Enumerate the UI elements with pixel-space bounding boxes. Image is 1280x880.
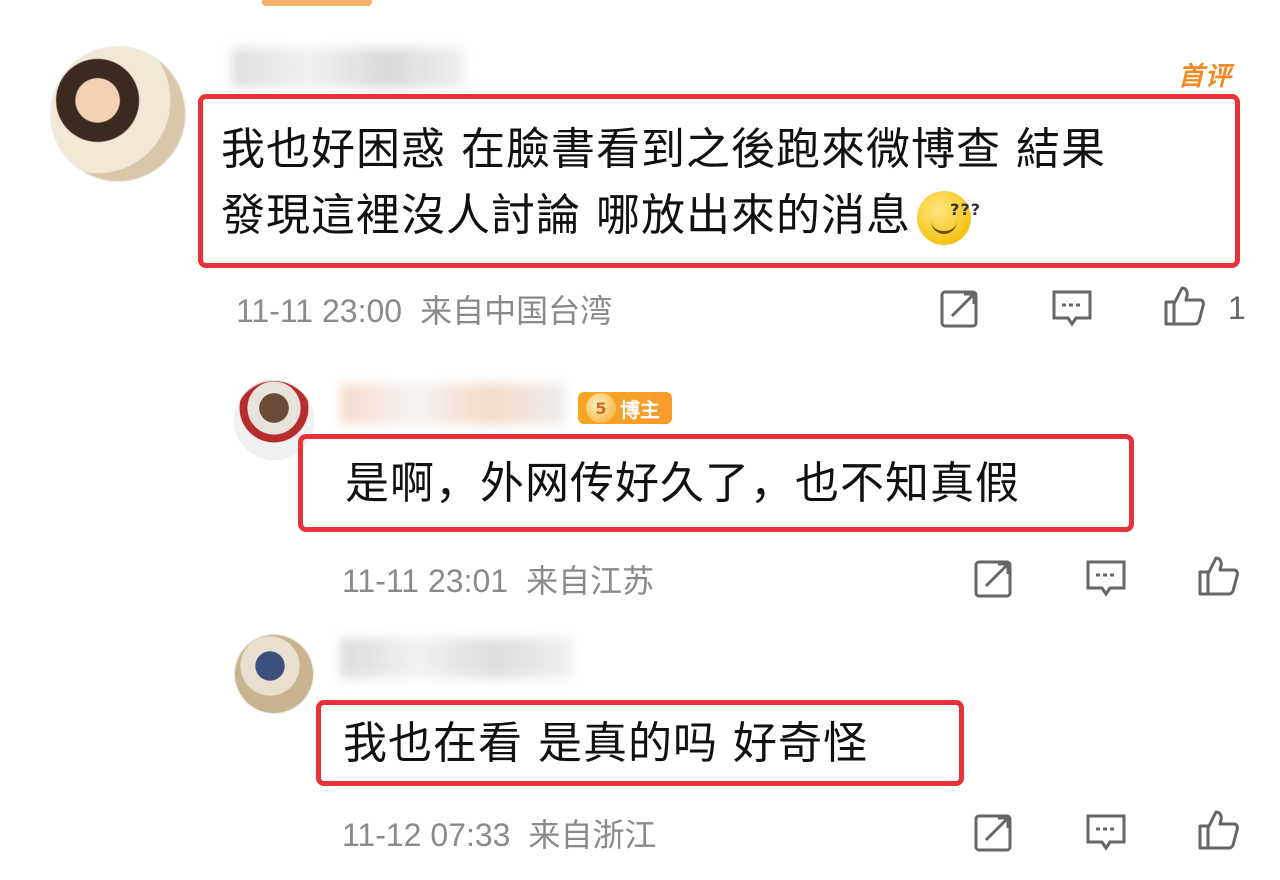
top-tab-indicator [262, 0, 372, 6]
comment-icon[interactable] [1082, 808, 1130, 856]
like-count: 1 [1228, 290, 1246, 326]
comment-icon[interactable] [1082, 554, 1130, 602]
username-blurred[interactable] [340, 638, 572, 678]
first-comment-badge: 首评 [1177, 62, 1232, 92]
comment-meta: 11-12 07:33 来自浙江 [342, 810, 656, 856]
share-icon[interactable] [970, 554, 1018, 602]
highlighted-comment-text: 是啊，外网传好久了，也不知真假 [298, 434, 1134, 532]
thumbs-up-icon[interactable] [1160, 282, 1208, 330]
timestamp: 11-12 07:33 [342, 817, 511, 853]
thumbs-up-icon[interactable] [1194, 806, 1242, 854]
username-blurred[interactable] [232, 48, 464, 88]
blogger-badge: 5 博主 [578, 392, 672, 424]
comment-text-line-2: 發現這裡沒人討論 哪放出來的消息 [221, 190, 911, 241]
timestamp: 11-11 23:00 [236, 293, 403, 329]
avatar[interactable] [50, 46, 186, 182]
comment-text: 是啊，外网传好久了，也不知真假 [345, 458, 1020, 509]
location-source: 来自江苏 [526, 563, 655, 599]
highlighted-comment-text: 我也在看 是真的吗 好奇怪 [316, 700, 964, 786]
crown-icon: 5 [586, 393, 616, 423]
location-source: 来自浙江 [528, 817, 657, 853]
thumbs-up-icon[interactable] [1194, 552, 1242, 600]
comment-icon[interactable] [1048, 284, 1096, 332]
comment-text: 我也在看 是真的吗 好奇怪 [343, 718, 868, 769]
highlighted-comment-text: 我也好困惑 在臉書看到之後跑來微博查 結果 發現這裡沒人討論 哪放出來的消息??… [198, 94, 1240, 268]
comment-text-line-1: 我也好困惑 在臉書看到之後跑來微博查 結果 [221, 124, 1106, 175]
badge-label: 博主 [620, 397, 660, 422]
emoji-question-marks: ??? [950, 200, 981, 219]
location-source: 来自中国台湾 [420, 293, 613, 329]
share-icon[interactable] [970, 808, 1018, 856]
username-blurred[interactable] [340, 384, 566, 424]
share-icon[interactable] [936, 284, 984, 332]
confused-grin-emoji: ??? [917, 191, 980, 245]
comment-meta: 11-11 23:00 来自中国台湾 [236, 286, 612, 332]
avatar[interactable] [234, 634, 314, 714]
timestamp: 11-11 23:01 [342, 563, 509, 599]
comment-meta: 11-11 23:01 来自江苏 [342, 556, 654, 602]
